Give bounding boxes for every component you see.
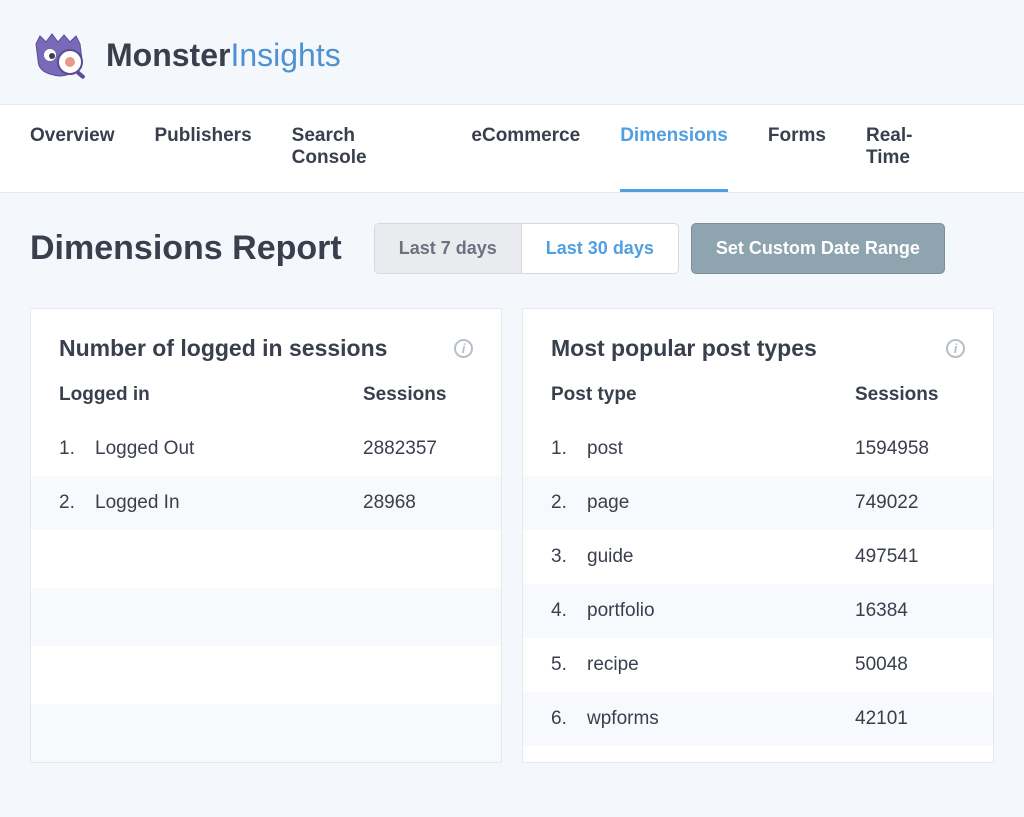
logo[interactable]: MonsterInsights [30, 30, 341, 80]
nav-overview[interactable]: Overview [30, 105, 115, 192]
table-row-empty [31, 646, 501, 704]
row-ord: 1. [551, 438, 587, 460]
logo-icon [30, 30, 92, 80]
info-icon[interactable]: i [454, 339, 473, 358]
row-ord: 3. [551, 546, 587, 568]
table-body: 1. post 1594958 2. page 749022 3. guide … [523, 422, 993, 746]
table-row: 6. wpforms 42101 [523, 692, 993, 746]
row-label: Logged In [95, 492, 363, 514]
header: MonsterInsights [0, 0, 1024, 104]
nav-ecommerce[interactable]: eCommerce [471, 105, 580, 192]
row-label: post [587, 438, 855, 460]
row-ord: 4. [551, 600, 587, 622]
cards: Number of logged in sessions i Logged in… [30, 308, 994, 763]
nav-tabs: Overview Publishers Search Console eComm… [0, 104, 1024, 193]
row-ord: 1. [59, 438, 95, 460]
row-label: Logged Out [95, 438, 363, 460]
col-label: Post type [551, 384, 855, 406]
row-ord: 2. [59, 492, 95, 514]
nav-publishers[interactable]: Publishers [155, 105, 252, 192]
info-icon[interactable]: i [946, 339, 965, 358]
custom-date-range-button[interactable]: Set Custom Date Range [691, 223, 945, 274]
table-row-empty [31, 588, 501, 646]
row-value: 497541 [855, 546, 965, 568]
col-label: Logged in [59, 384, 363, 406]
row-value: 749022 [855, 492, 965, 514]
page-title: Dimensions Report [30, 229, 342, 268]
row-label: page [587, 492, 855, 514]
row-value: 2882357 [363, 438, 473, 460]
row-ord: 2. [551, 492, 587, 514]
nav-dimensions[interactable]: Dimensions [620, 105, 728, 192]
row-label: recipe [587, 654, 855, 676]
table-header: Logged in Sessions [31, 384, 501, 422]
content: Dimensions Report Last 7 days Last 30 da… [0, 193, 1024, 793]
row-label: portfolio [587, 600, 855, 622]
card-title: Most popular post types [551, 335, 817, 362]
card-title: Number of logged in sessions [59, 335, 387, 362]
row-value: 50048 [855, 654, 965, 676]
card-logged-in-sessions: Number of logged in sessions i Logged in… [30, 308, 502, 763]
row-label: wpforms [587, 708, 855, 730]
table-row: 2. page 749022 [523, 476, 993, 530]
table-row: 3. guide 497541 [523, 530, 993, 584]
table-row: 5. recipe 50048 [523, 638, 993, 692]
table-row: 1. post 1594958 [523, 422, 993, 476]
table-row-empty [31, 704, 501, 762]
col-value: Sessions [363, 384, 473, 406]
row-value: 16384 [855, 600, 965, 622]
range-7-days-button[interactable]: Last 7 days [375, 224, 522, 273]
col-value: Sessions [855, 384, 965, 406]
nav-real-time[interactable]: Real-Time [866, 105, 954, 192]
range-30-days-button[interactable]: Last 30 days [522, 224, 678, 273]
row-label: guide [587, 546, 855, 568]
title-row: Dimensions Report Last 7 days Last 30 da… [30, 223, 994, 274]
nav-forms[interactable]: Forms [768, 105, 826, 192]
table-body: 1. Logged Out 2882357 2. Logged In 28968 [31, 422, 501, 762]
row-value: 1594958 [855, 438, 965, 460]
nav-search-console[interactable]: Search Console [292, 105, 432, 192]
row-ord: 6. [551, 708, 587, 730]
table-row: 1. Logged Out 2882357 [31, 422, 501, 476]
date-range-group: Last 7 days Last 30 days [374, 223, 679, 274]
row-value: 42101 [855, 708, 965, 730]
card-post-types: Most popular post types i Post type Sess… [522, 308, 994, 763]
logo-text: MonsterInsights [106, 37, 341, 74]
table-header: Post type Sessions [523, 384, 993, 422]
row-value: 28968 [363, 492, 473, 514]
row-ord: 5. [551, 654, 587, 676]
table-row: 2. Logged In 28968 [31, 476, 501, 530]
table-row: 4. portfolio 16384 [523, 584, 993, 638]
table-row-empty [31, 530, 501, 588]
